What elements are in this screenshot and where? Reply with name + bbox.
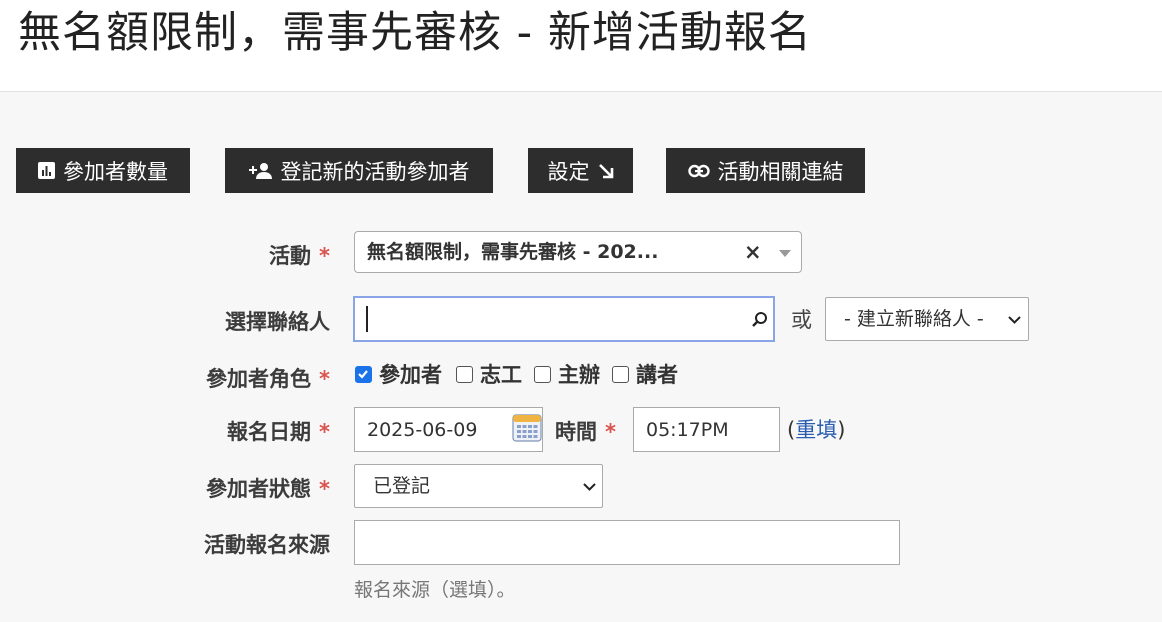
required-marker: *: [605, 420, 616, 444]
reset-group: (重填): [787, 418, 846, 442]
checkmark-icon: [358, 370, 368, 379]
calendar-icon[interactable]: [512, 413, 542, 443]
registration-source-input[interactable]: [354, 520, 900, 565]
register-new-participant-button[interactable]: 登記新的活動參加者: [225, 148, 493, 193]
registration-date-label: 報名日期 *: [227, 420, 330, 444]
new-contact-select[interactable]: - 建立新聯絡人 -: [825, 297, 1029, 341]
reset-link[interactable]: 重填: [795, 418, 837, 442]
page-header: 無名額限制，需事先審核 - 新增活動報名: [0, 0, 1162, 92]
link-icon: [687, 164, 710, 177]
chevron-down-icon: [583, 483, 596, 491]
register-new-participant-label: 登記新的活動參加者: [280, 159, 470, 184]
time-label: 時間 *: [555, 420, 616, 444]
settings-label: 設定: [547, 159, 590, 184]
contact-label: 選擇聯絡人: [225, 310, 330, 334]
role-host-label: 主辦: [558, 363, 600, 387]
bar-chart-icon: [38, 162, 55, 179]
or-label: 或: [791, 308, 812, 332]
participant-status-label: 參加者狀態 *: [206, 477, 330, 501]
registration-date-value: 2025-06-09: [367, 419, 478, 441]
event-select-value: 無名額限制，需事先審核 - 202...: [367, 241, 659, 263]
search-icon: [752, 312, 767, 327]
role-host-checkbox[interactable]: [534, 366, 551, 383]
registration-source-label: 活動報名來源: [204, 533, 330, 557]
page-title: 無名額限制，需事先審核 - 新增活動報名: [18, 8, 812, 58]
required-marker: *: [319, 244, 330, 268]
event-label: 活動 *: [269, 244, 330, 268]
registration-time-value: 05:17PM: [646, 419, 729, 441]
settings-button[interactable]: 設定: [528, 148, 633, 193]
contact-search-input[interactable]: [353, 296, 775, 342]
role-speaker-checkbox[interactable]: [612, 366, 629, 383]
role-participant-checkbox[interactable]: [355, 366, 372, 383]
chevron-down-icon: [1008, 316, 1021, 324]
role-participant-label: 參加者: [379, 363, 442, 387]
registration-time-input[interactable]: 05:17PM: [633, 407, 780, 452]
text-cursor: [366, 306, 368, 332]
add-person-icon: [248, 162, 272, 179]
required-marker: *: [319, 477, 330, 501]
role-label: 參加者角色 *: [206, 367, 330, 391]
participant-status-select[interactable]: 已登記: [354, 464, 603, 508]
event-links-label: 活動相關連結: [717, 159, 844, 184]
chevron-down-icon[interactable]: [779, 250, 791, 257]
registration-date-input[interactable]: 2025-06-09: [354, 407, 543, 452]
participants-count-label: 參加者數量: [63, 159, 168, 184]
participant-status-value: 已登記: [373, 475, 431, 497]
registration-source-help: 報名來源（選填）。: [354, 579, 516, 601]
clear-selection-icon[interactable]: ×: [744, 240, 762, 264]
role-volunteer-checkbox[interactable]: [456, 366, 473, 383]
participants-count-button[interactable]: 參加者數量: [16, 148, 190, 193]
arrow-down-right-icon: [598, 163, 613, 178]
event-links-button[interactable]: 活動相關連結: [666, 148, 865, 193]
event-select[interactable]: 無名額限制，需事先審核 - 202... ×: [354, 231, 802, 273]
required-marker: *: [319, 420, 330, 444]
required-marker: *: [319, 367, 330, 391]
new-contact-select-value: - 建立新聯絡人 -: [844, 308, 984, 330]
role-volunteer-label: 志工: [480, 363, 522, 387]
role-speaker-label: 講者: [636, 363, 678, 387]
